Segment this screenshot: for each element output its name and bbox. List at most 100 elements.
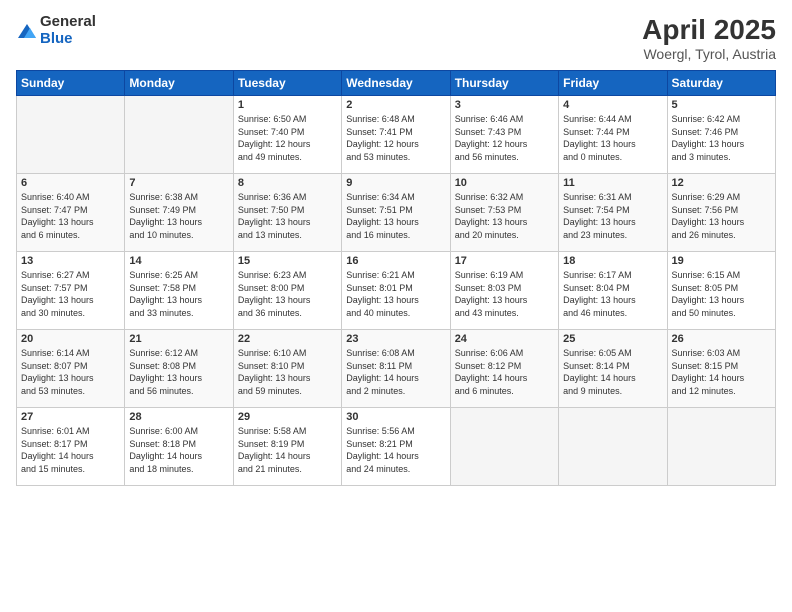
day-cell: 27 Sunrise: 6:01 AM Sunset: 8:17 PM Dayli… bbox=[17, 408, 125, 486]
day-number: 1 bbox=[238, 99, 337, 111]
header-saturday: Saturday bbox=[667, 71, 775, 96]
calendar-body: 1 Sunrise: 6:50 AM Sunset: 7:40 PM Daylig… bbox=[17, 96, 776, 486]
day-info: Sunrise: 6:03 AM Sunset: 8:15 PM Dayligh… bbox=[672, 347, 771, 397]
day-info: Sunrise: 6:50 AM Sunset: 7:40 PM Dayligh… bbox=[238, 113, 337, 163]
day-number: 21 bbox=[129, 333, 228, 345]
day-number: 2 bbox=[346, 99, 445, 111]
week-row-3: 20Sunrise: 6:14 AM Sunset: 8:07 PM Dayli… bbox=[17, 330, 776, 408]
day-cell: 5 Sunrise: 6:42 AM Sunset: 7:46 PM Daylig… bbox=[667, 96, 775, 174]
day-number: 13 bbox=[21, 255, 120, 267]
day-number: 24 bbox=[455, 333, 554, 345]
header-tuesday: Tuesday bbox=[233, 71, 341, 96]
week-row-2: 13 Sunrise: 6:27 AM Sunset: 7:57 PM Dayli… bbox=[17, 252, 776, 330]
day-cell bbox=[559, 408, 667, 486]
week-row-1: 6 Sunrise: 6:40 AM Sunset: 7:47 PM Daylig… bbox=[17, 174, 776, 252]
day-cell: 10 Sunrise: 6:32 AM Sunset: 7:53 PM Dayli… bbox=[450, 174, 558, 252]
day-cell: 4 Sunrise: 6:44 AM Sunset: 7:44 PM Daylig… bbox=[559, 96, 667, 174]
day-number: 14 bbox=[129, 255, 228, 267]
day-info: Sunrise: 6:44 AM Sunset: 7:44 PM Dayligh… bbox=[563, 113, 662, 163]
day-info: Sunrise: 6:08 AM Sunset: 8:11 PM Dayligh… bbox=[346, 347, 445, 397]
calendar-table: SundayMondayTuesdayWednesdayThursdayFrid… bbox=[16, 70, 776, 486]
logo-blue: Blue bbox=[40, 31, 96, 48]
logo: General Blue bbox=[16, 14, 96, 47]
day-number: 11 bbox=[563, 177, 662, 189]
day-info: Sunrise: 6:10 AM Sunset: 8:10 PM Dayligh… bbox=[238, 347, 337, 397]
day-cell: 30Sunrise: 5:56 AM Sunset: 8:21 PM Dayli… bbox=[342, 408, 450, 486]
day-number: 6 bbox=[21, 177, 120, 189]
day-number: 22 bbox=[238, 333, 337, 345]
day-info: Sunrise: 6:32 AM Sunset: 7:53 PM Dayligh… bbox=[455, 191, 554, 241]
day-cell: 6 Sunrise: 6:40 AM Sunset: 7:47 PM Daylig… bbox=[17, 174, 125, 252]
day-cell: 8 Sunrise: 6:36 AM Sunset: 7:50 PM Daylig… bbox=[233, 174, 341, 252]
day-number: 4 bbox=[563, 99, 662, 111]
header: General Blue April 2025 Woergl, Tyrol, A… bbox=[16, 14, 776, 62]
day-number: 12 bbox=[672, 177, 771, 189]
day-info: Sunrise: 6:29 AM Sunset: 7:56 PM Dayligh… bbox=[672, 191, 771, 241]
day-cell bbox=[667, 408, 775, 486]
day-cell: 23 Sunrise: 6:08 AM Sunset: 8:11 PM Dayli… bbox=[342, 330, 450, 408]
day-info: Sunrise: 6:21 AM Sunset: 8:01 PM Dayligh… bbox=[346, 269, 445, 319]
day-info: Sunrise: 6:46 AM Sunset: 7:43 PM Dayligh… bbox=[455, 113, 554, 163]
week-row-4: 27 Sunrise: 6:01 AM Sunset: 8:17 PM Dayli… bbox=[17, 408, 776, 486]
day-number: 9 bbox=[346, 177, 445, 189]
day-cell: 15 Sunrise: 6:23 AM Sunset: 8:00 PM Dayli… bbox=[233, 252, 341, 330]
day-number: 28 bbox=[129, 411, 228, 423]
calendar-title: April 2025 bbox=[642, 14, 776, 46]
day-info: Sunrise: 6:36 AM Sunset: 7:50 PM Dayligh… bbox=[238, 191, 337, 241]
day-cell: 12 Sunrise: 6:29 AM Sunset: 7:56 PM Dayli… bbox=[667, 174, 775, 252]
day-cell bbox=[125, 96, 233, 174]
day-number: 17 bbox=[455, 255, 554, 267]
day-info: Sunrise: 6:42 AM Sunset: 7:46 PM Dayligh… bbox=[672, 113, 771, 163]
header-row: SundayMondayTuesdayWednesdayThursdayFrid… bbox=[17, 71, 776, 96]
day-number: 3 bbox=[455, 99, 554, 111]
day-number: 10 bbox=[455, 177, 554, 189]
day-cell: 17Sunrise: 6:19 AM Sunset: 8:03 PM Dayli… bbox=[450, 252, 558, 330]
day-number: 18 bbox=[563, 255, 662, 267]
day-info: Sunrise: 6:48 AM Sunset: 7:41 PM Dayligh… bbox=[346, 113, 445, 163]
day-cell: 1 Sunrise: 6:50 AM Sunset: 7:40 PM Daylig… bbox=[233, 96, 341, 174]
day-cell: 13 Sunrise: 6:27 AM Sunset: 7:57 PM Dayli… bbox=[17, 252, 125, 330]
day-info: Sunrise: 6:00 AM Sunset: 8:18 PM Dayligh… bbox=[129, 425, 228, 475]
day-info: Sunrise: 6:27 AM Sunset: 7:57 PM Dayligh… bbox=[21, 269, 120, 319]
week-row-0: 1 Sunrise: 6:50 AM Sunset: 7:40 PM Daylig… bbox=[17, 96, 776, 174]
day-info: Sunrise: 6:05 AM Sunset: 8:14 PM Dayligh… bbox=[563, 347, 662, 397]
day-cell: 22 Sunrise: 6:10 AM Sunset: 8:10 PM Dayli… bbox=[233, 330, 341, 408]
day-cell: 18 Sunrise: 6:17 AM Sunset: 8:04 PM Dayli… bbox=[559, 252, 667, 330]
day-info: Sunrise: 6:40 AM Sunset: 7:47 PM Dayligh… bbox=[21, 191, 120, 241]
logo-icon bbox=[16, 20, 38, 42]
header-monday: Monday bbox=[125, 71, 233, 96]
day-info: Sunrise: 5:58 AM Sunset: 8:19 PM Dayligh… bbox=[238, 425, 337, 475]
day-info: Sunrise: 6:01 AM Sunset: 8:17 PM Dayligh… bbox=[21, 425, 120, 475]
calendar-subtitle: Woergl, Tyrol, Austria bbox=[642, 46, 776, 62]
day-info: Sunrise: 6:17 AM Sunset: 8:04 PM Dayligh… bbox=[563, 269, 662, 319]
day-cell: 14 Sunrise: 6:25 AM Sunset: 7:58 PM Dayli… bbox=[125, 252, 233, 330]
day-number: 27 bbox=[21, 411, 120, 423]
day-info: Sunrise: 5:56 AM Sunset: 8:21 PM Dayligh… bbox=[346, 425, 445, 475]
day-info: Sunrise: 6:23 AM Sunset: 8:00 PM Dayligh… bbox=[238, 269, 337, 319]
day-number: 8 bbox=[238, 177, 337, 189]
day-info: Sunrise: 6:15 AM Sunset: 8:05 PM Dayligh… bbox=[672, 269, 771, 319]
day-cell: 9 Sunrise: 6:34 AM Sunset: 7:51 PM Daylig… bbox=[342, 174, 450, 252]
day-cell bbox=[17, 96, 125, 174]
day-info: Sunrise: 6:25 AM Sunset: 7:58 PM Dayligh… bbox=[129, 269, 228, 319]
day-cell bbox=[450, 408, 558, 486]
day-cell: 7Sunrise: 6:38 AM Sunset: 7:49 PM Daylig… bbox=[125, 174, 233, 252]
day-cell: 20Sunrise: 6:14 AM Sunset: 8:07 PM Dayli… bbox=[17, 330, 125, 408]
day-cell: 19Sunrise: 6:15 AM Sunset: 8:05 PM Dayli… bbox=[667, 252, 775, 330]
day-info: Sunrise: 6:34 AM Sunset: 7:51 PM Dayligh… bbox=[346, 191, 445, 241]
day-cell: 11Sunrise: 6:31 AM Sunset: 7:54 PM Dayli… bbox=[559, 174, 667, 252]
header-sunday: Sunday bbox=[17, 71, 125, 96]
day-cell: 2 Sunrise: 6:48 AM Sunset: 7:41 PM Daylig… bbox=[342, 96, 450, 174]
day-cell: 24Sunrise: 6:06 AM Sunset: 8:12 PM Dayli… bbox=[450, 330, 558, 408]
day-number: 16 bbox=[346, 255, 445, 267]
day-cell: 26Sunrise: 6:03 AM Sunset: 8:15 PM Dayli… bbox=[667, 330, 775, 408]
day-cell: 28 Sunrise: 6:00 AM Sunset: 8:18 PM Dayli… bbox=[125, 408, 233, 486]
day-number: 29 bbox=[238, 411, 337, 423]
day-info: Sunrise: 6:12 AM Sunset: 8:08 PM Dayligh… bbox=[129, 347, 228, 397]
day-cell: 16 Sunrise: 6:21 AM Sunset: 8:01 PM Dayli… bbox=[342, 252, 450, 330]
logo-general: General bbox=[40, 14, 96, 31]
day-number: 23 bbox=[346, 333, 445, 345]
day-number: 15 bbox=[238, 255, 337, 267]
day-number: 5 bbox=[672, 99, 771, 111]
header-wednesday: Wednesday bbox=[342, 71, 450, 96]
